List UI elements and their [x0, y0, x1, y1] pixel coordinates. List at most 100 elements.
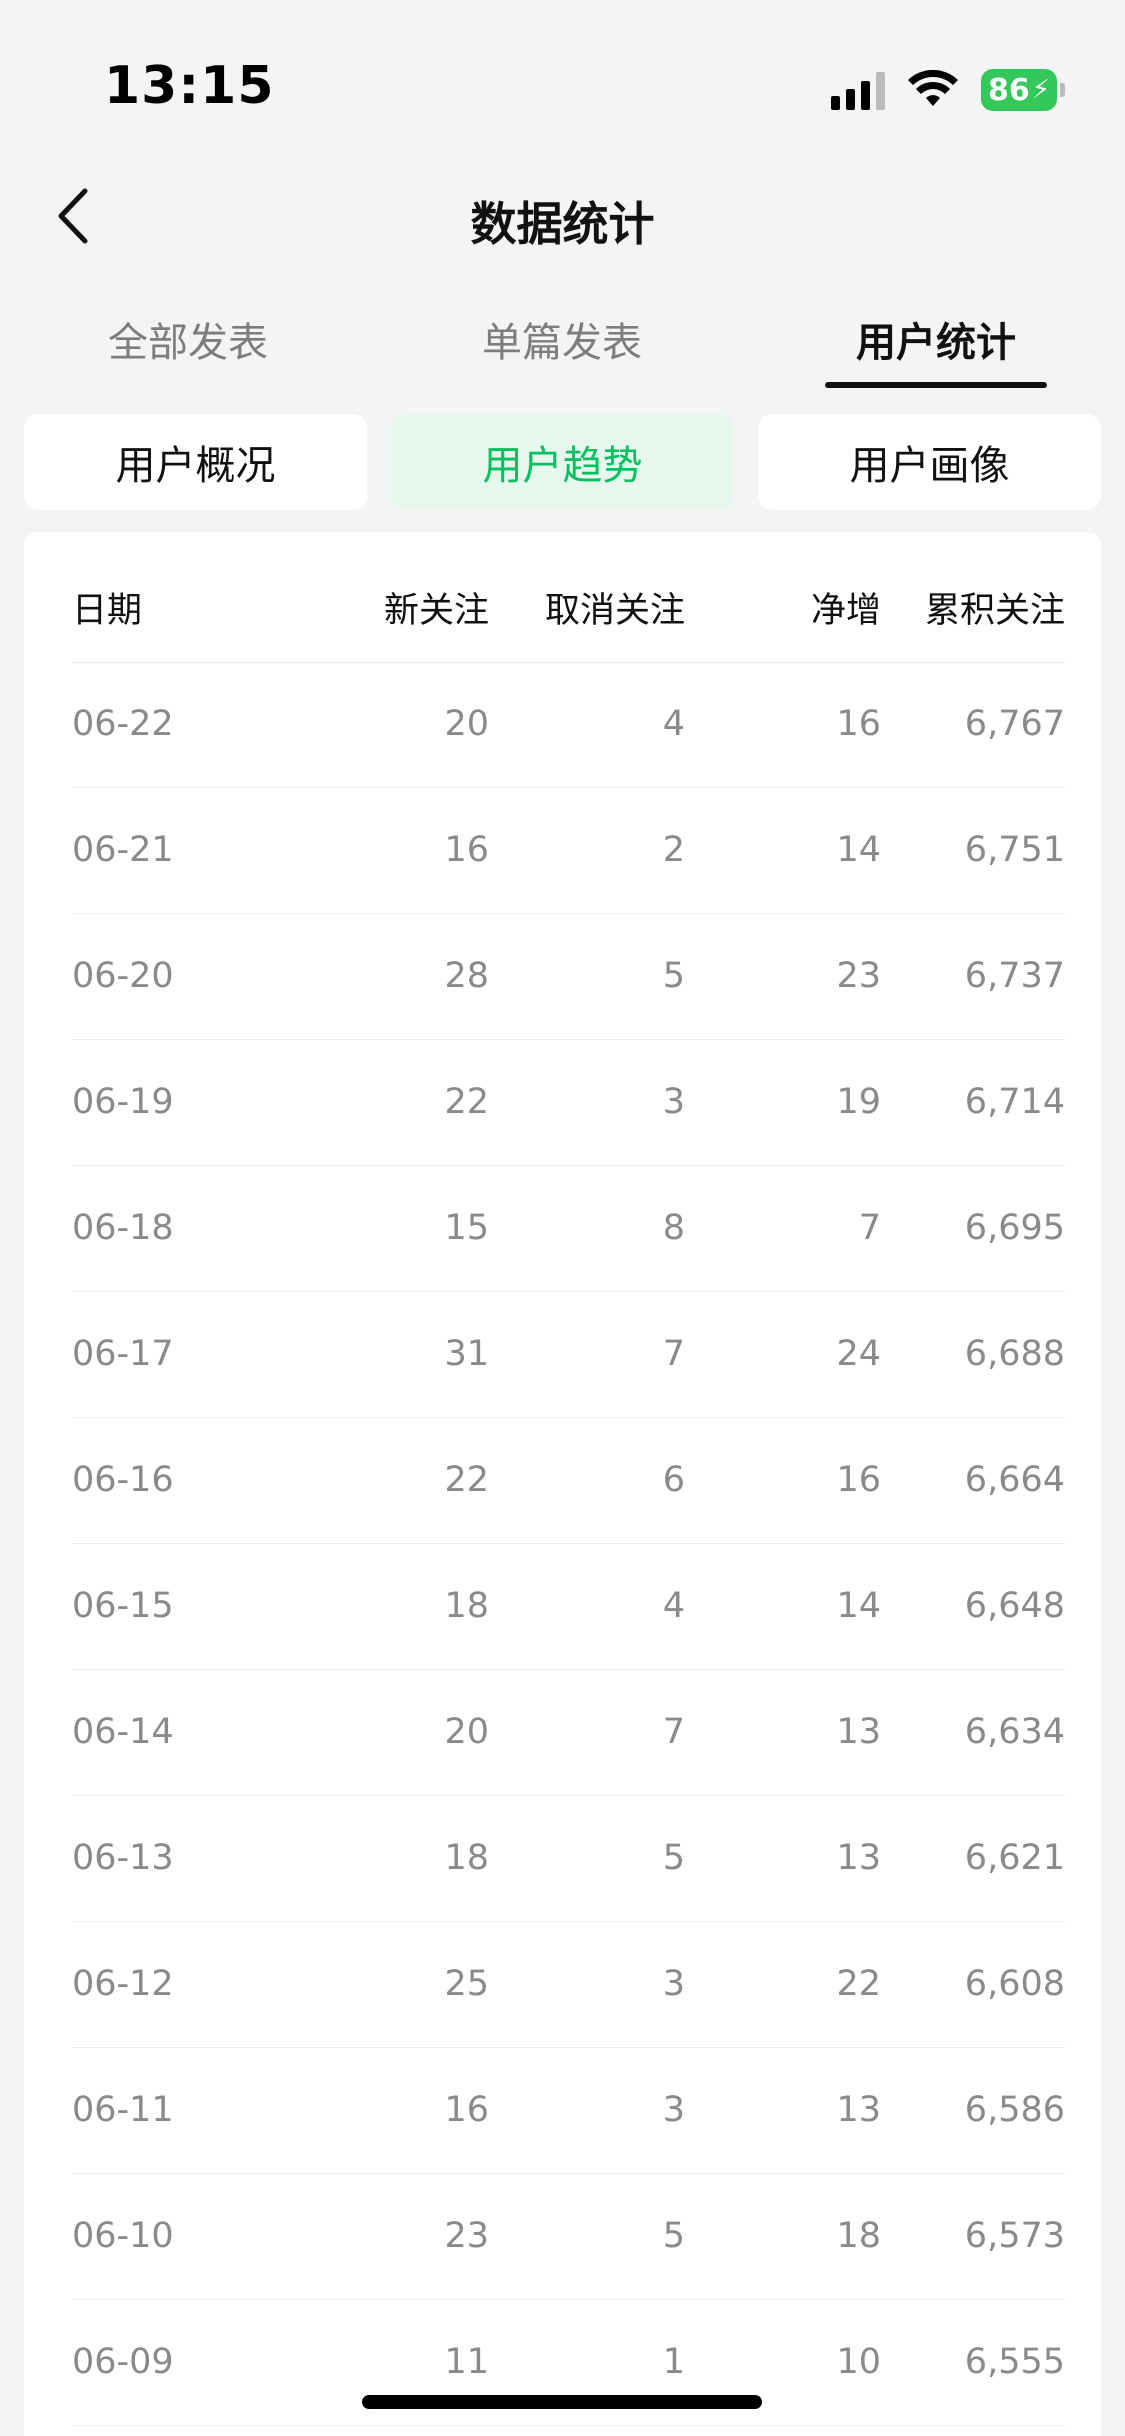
status-indicators: 86 ⚡	[831, 66, 1065, 114]
table-row: 06-15 18 4 14 6,648	[72, 1544, 1065, 1670]
table-row: 06-17 31 7 24 6,688	[72, 1292, 1065, 1418]
cell-total: 6,555	[964, 2342, 1065, 2382]
table-row: 06-10 23 5 18 6,573	[72, 2174, 1065, 2300]
cell-unfollow: 7	[662, 1712, 685, 1752]
table-row: 06-21 16 2 14 6,751	[72, 788, 1065, 914]
home-indicator	[362, 2395, 762, 2409]
segment-user-trend[interactable]: 用户趋势	[391, 414, 734, 510]
table-row: 06-20 28 5 23 6,737	[72, 914, 1065, 1040]
cellular-signal-icon	[831, 70, 885, 110]
cell-date: 06-09	[72, 2342, 174, 2382]
cell-net: 7	[858, 1208, 881, 1248]
page-title: 数据统计	[470, 197, 655, 251]
cell-unfollow: 3	[662, 1082, 685, 1122]
cell-total: 6,586	[964, 2090, 1065, 2130]
cell-date: 06-14	[72, 1712, 174, 1752]
battery-icon: 86 ⚡	[981, 69, 1065, 111]
battery-level: 86	[987, 72, 1030, 108]
cell-total: 6,634	[964, 1712, 1065, 1752]
cell-new-follow: 23	[444, 2216, 489, 2256]
cell-net: 22	[836, 1964, 881, 2004]
navigation-bar: 数据统计	[0, 170, 1125, 265]
table-row: 06-14 20 7 13 6,634	[72, 1670, 1065, 1796]
cell-total: 6,714	[964, 1082, 1065, 1122]
table-row: 06-18 15 8 7 6,695	[72, 1166, 1065, 1292]
cell-new-follow: 20	[444, 704, 489, 744]
cell-unfollow: 3	[662, 1964, 685, 2004]
cell-net: 13	[836, 1712, 881, 1752]
cell-unfollow: 5	[662, 956, 685, 996]
cell-new-follow: 25	[444, 1964, 489, 2004]
cell-new-follow: 15	[444, 1208, 489, 1248]
cell-total: 6,751	[964, 830, 1065, 870]
cell-new-follow: 31	[444, 1334, 489, 1374]
charging-bolt-icon: ⚡	[1031, 75, 1050, 105]
cell-net: 14	[836, 1586, 881, 1626]
cell-net: 10	[836, 2342, 881, 2382]
cell-date: 06-16	[72, 1460, 174, 1500]
cell-new-follow: 11	[444, 2342, 489, 2382]
status-time: 13:15	[104, 56, 275, 116]
cell-net: 19	[836, 1082, 881, 1122]
cell-date: 06-22	[72, 704, 174, 744]
header-date: 日期	[72, 591, 143, 631]
cell-total: 6,648	[964, 1586, 1065, 1626]
cell-total: 6,688	[964, 1334, 1065, 1374]
cell-total: 6,767	[964, 704, 1065, 744]
cell-net: 14	[836, 830, 881, 870]
table-row: 06-11 16 3 13 6,586	[72, 2048, 1065, 2174]
cell-date: 06-20	[72, 956, 174, 996]
cell-total: 6,695	[964, 1208, 1065, 1248]
cell-total: 6,737	[964, 956, 1065, 996]
cell-unfollow: 5	[662, 2216, 685, 2256]
table-row: 06-12 25 3 22 6,608	[72, 1922, 1065, 2048]
cell-total: 6,573	[964, 2216, 1065, 2256]
table-row: 06-22 20 4 16 6,767	[72, 662, 1065, 788]
header-new-follow: 新关注	[383, 591, 489, 631]
tab-all-posts[interactable]: 全部发表	[58, 310, 318, 368]
wifi-icon	[908, 70, 958, 106]
cell-date: 06-17	[72, 1334, 174, 1374]
tab-single-post[interactable]: 单篇发表	[432, 310, 692, 368]
header-unfollow: 取消关注	[544, 591, 685, 631]
cell-unfollow: 5	[662, 1838, 685, 1878]
table-header: 日期 新关注 取消关注 净增 累积关注	[72, 532, 1065, 663]
cell-new-follow: 22	[444, 1460, 489, 1500]
cell-new-follow: 20	[444, 1712, 489, 1752]
cell-date: 06-18	[72, 1208, 174, 1248]
cell-net: 16	[836, 704, 881, 744]
segment-user-overview[interactable]: 用户概况	[24, 414, 367, 510]
cell-date: 06-12	[72, 1964, 174, 2004]
cell-total: 6,608	[964, 1964, 1065, 2004]
tab-user-stats[interactable]: 用户统计	[806, 310, 1066, 368]
cell-unfollow: 2	[662, 830, 685, 870]
cell-date: 06-13	[72, 1838, 174, 1878]
cell-unfollow: 1	[662, 2342, 685, 2382]
status-bar: 13:15 86 ⚡	[0, 0, 1125, 130]
cell-net: 13	[836, 2090, 881, 2130]
cell-date: 06-11	[72, 2090, 174, 2130]
tab-bar: 全部发表 单篇发表 用户统计	[0, 300, 1125, 395]
cell-new-follow: 18	[444, 1838, 489, 1878]
cell-unfollow: 8	[662, 1208, 685, 1248]
cell-unfollow: 4	[662, 704, 685, 744]
header-total: 累积关注	[924, 591, 1065, 631]
cell-date: 06-10	[72, 2216, 174, 2256]
cell-unfollow: 6	[662, 1460, 685, 1500]
cell-new-follow: 16	[444, 830, 489, 870]
cell-net: 18	[836, 2216, 881, 2256]
table-row: 06-19 22 3 19 6,714	[72, 1040, 1065, 1166]
header-net: 净增	[810, 591, 881, 631]
cell-new-follow: 18	[444, 1586, 489, 1626]
table-row: 06-16 22 6 16 6,664	[72, 1418, 1065, 1544]
trend-table: 日期 新关注 取消关注 净增 累积关注 06-22 20 4 16 6,767 06-21…	[24, 532, 1101, 2436]
cell-total: 6,664	[964, 1460, 1065, 1500]
cell-new-follow: 22	[444, 1082, 489, 1122]
table-row: 06-13 18 5 13 6,621	[72, 1796, 1065, 1922]
cell-new-follow: 28	[444, 956, 489, 996]
cell-net: 23	[836, 956, 881, 996]
cell-net: 16	[836, 1460, 881, 1500]
cell-net: 24	[836, 1334, 881, 1374]
cell-unfollow: 7	[662, 1334, 685, 1374]
segment-user-profile[interactable]: 用户画像	[758, 414, 1101, 510]
